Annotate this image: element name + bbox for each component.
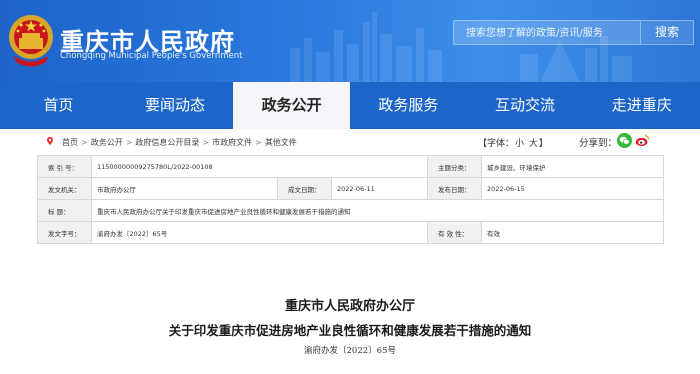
issuer-value: 市政府办公厅 [91, 177, 278, 200]
document-issuer: 重庆市人民政府办公厅 [284, 299, 415, 314]
nav-item-open-government[interactable]: 政务公开 [233, 82, 351, 129]
validity-value: 有效 [481, 221, 665, 244]
table-row: 发文字号： 渝府办发〔2022〕65号有 效 性： 有效 [37, 221, 665, 244]
main-nav: 首页 要闻动态 政务公开 政务服务 互动交流 走进重庆 [0, 82, 700, 129]
title-label: 标 题： [37, 199, 92, 222]
doc-number-label: 发文字号： [37, 221, 92, 244]
published-date-value: 2022-06-15 [481, 177, 665, 200]
written-date-value: 2022-06-11 [330, 177, 429, 200]
topic-value: 城乡建设、环境保护 [481, 155, 665, 178]
table-row: 索 引 号： 11500000009275780L/2022-00108 主题分类：… [37, 155, 665, 178]
nav-item-services[interactable]: 政务服务 [350, 82, 467, 129]
table-row: 标 题： 重庆市人民政府办公厅关于印发重庆市促进房地产业良性循环和健康发展若干措施… [37, 199, 665, 222]
breadcrumb-separator: > [255, 138, 262, 147]
index-number-label: 索 引 号： [37, 155, 92, 178]
breadcrumb-item-municipal-documents[interactable]: 市政府文件 [212, 138, 252, 147]
published-date-label: 发布日期： [427, 177, 483, 200]
table-row: 发文机关： 市政府办公厅 成文日期： 2022-06-11 发布日期： 2022-06-1… [37, 177, 665, 200]
breadcrumb-bar: 首页 > 政务公开 > 政府信息公开目录 > 市政府文件 > 其他文件 【字体：小 大】 分享到… [37, 133, 661, 151]
breadcrumb-item-catalog[interactable]: 政府信息公开目录 [135, 138, 199, 147]
nav-item-news[interactable]: 要闻动态 [117, 82, 234, 129]
breadcrumb-separator: > [202, 138, 210, 147]
location-pin-icon [47, 137, 53, 145]
search-button[interactable]: 搜索 [641, 20, 694, 45]
document-title: 关于印发重庆市促进房地产业良性循环和健康发展若干措施的通知 [168, 323, 532, 338]
breadcrumb-item-home[interactable]: 首页 [62, 138, 78, 147]
written-date-label: 成文日期： [277, 177, 332, 200]
font-size-label: 【字体： [478, 139, 515, 149]
breadcrumb-separator: > [125, 138, 133, 147]
font-size-large-button[interactable]: 大 [529, 139, 538, 149]
wechat-share-icon[interactable] [617, 133, 632, 148]
breadcrumb-item-open-government[interactable]: 政务公开 [91, 138, 123, 147]
issuer-label: 发文机关： [37, 177, 92, 200]
breadcrumb-separator: > [81, 138, 88, 147]
document-info-table: 索 引 号： 11500000009275780L/2022-00108 主题分类：… [37, 155, 665, 244]
header-banner: 重庆市人民政府 Chongqing Municipal People's Gov… [0, 0, 700, 82]
search-input[interactable] [454, 22, 640, 45]
font-size-control: 【字体：小 大】 [478, 136, 548, 149]
site-subtitle: Chongqing Municipal People's Government [60, 51, 243, 61]
weibo-share-icon[interactable] [635, 133, 650, 148]
search-box[interactable] [453, 20, 641, 45]
doc-number-value: 渝府办发〔2022〕65号 [90, 221, 429, 244]
font-size-small-button[interactable]: 小 [515, 139, 524, 149]
nav-item-home[interactable]: 首页 [0, 82, 117, 129]
font-size-close-bracket: 】 [538, 139, 548, 149]
document-number: 渝府办发〔2022〕65号 [304, 346, 396, 356]
national-emblem-logo [9, 15, 53, 67]
title-value: 重庆市人民政府办公厅关于印发重庆市促进房地产业良性循环和健康发展若干措施的通知 [90, 199, 665, 222]
topic-label: 主题分类： [427, 155, 483, 178]
share-label: 分享到： [579, 138, 618, 149]
nav-item-interaction[interactable]: 互动交流 [467, 82, 584, 129]
nav-item-about-chongqing[interactable]: 走进重庆 [583, 82, 700, 129]
index-number-value: 11500000009275780L/2022-00108 [90, 155, 429, 178]
breadcrumb: 首页 > 政务公开 > 政府信息公开目录 > 市政府文件 > 其他文件 [62, 137, 297, 148]
breadcrumb-item-other-documents[interactable]: 其他文件 [265, 138, 297, 147]
validity-label: 有 效 性： [427, 221, 483, 244]
